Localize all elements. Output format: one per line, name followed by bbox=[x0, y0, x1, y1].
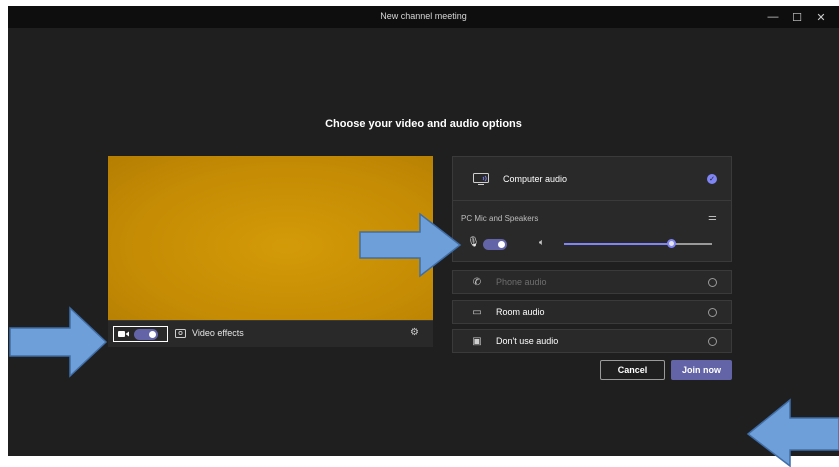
phone-audio-radio[interactable] bbox=[708, 278, 717, 287]
no-audio-option[interactable]: ▣ Don't use audio bbox=[452, 329, 732, 353]
no-audio-radio[interactable] bbox=[708, 337, 717, 346]
cancel-button[interactable]: Cancel bbox=[600, 360, 665, 380]
computer-audio-option[interactable]: Computer audio ✓ bbox=[453, 157, 731, 201]
audio-device-label: PC Mic and Speakers bbox=[461, 214, 539, 223]
video-effects-button[interactable]: Video effects bbox=[175, 328, 244, 338]
page-heading: Choose your video and audio options bbox=[325, 118, 522, 130]
video-effects-label: Video effects bbox=[192, 328, 244, 338]
selected-check-icon: ✓ bbox=[707, 174, 717, 184]
video-effects-icon bbox=[175, 328, 186, 338]
annotation-arrow-camera bbox=[9, 306, 108, 378]
room-audio-label: Room audio bbox=[496, 307, 545, 317]
microphone-icon: 🎙︎ bbox=[467, 237, 480, 248]
join-now-button[interactable]: Join now bbox=[671, 360, 732, 380]
camera-toggle-group[interactable] bbox=[113, 326, 168, 342]
volume-thumb[interactable] bbox=[666, 239, 676, 248]
volume-slider[interactable] bbox=[564, 239, 712, 248]
room-audio-option[interactable]: ▭ Room audio bbox=[452, 300, 732, 324]
room-icon: ▭ bbox=[472, 306, 482, 318]
equalizer-icon[interactable]: ⚌ bbox=[708, 212, 717, 223]
title-bar: New channel meeting — ☐ ✕ bbox=[8, 6, 839, 28]
phone-audio-option[interactable]: ✆ Phone audio bbox=[452, 270, 732, 294]
phone-audio-label: Phone audio bbox=[496, 277, 547, 287]
close-button[interactable]: ✕ bbox=[813, 9, 829, 25]
room-audio-radio[interactable] bbox=[708, 308, 717, 317]
annotation-arrow-corner bbox=[746, 398, 839, 467]
computer-audio-card[interactable]: Computer audio ✓ PC Mic and Speakers ⚌ 🎙… bbox=[452, 156, 732, 262]
annotation-arrow-mic bbox=[359, 212, 462, 278]
computer-audio-label: Computer audio bbox=[503, 173, 568, 184]
gear-icon[interactable]: ⚙ bbox=[410, 327, 419, 338]
camera-icon bbox=[118, 331, 129, 337]
computer-audio-icon bbox=[473, 172, 489, 185]
camera-toggle[interactable] bbox=[134, 328, 158, 340]
mic-toggle[interactable] bbox=[483, 239, 507, 250]
no-audio-icon: ▣ bbox=[472, 335, 482, 347]
minimize-button[interactable]: — bbox=[765, 9, 781, 25]
no-audio-label: Don't use audio bbox=[496, 336, 559, 346]
window-title: New channel meeting bbox=[380, 11, 467, 21]
maximize-button[interactable]: ☐ bbox=[789, 9, 805, 25]
speaker-icon: 🔈︎ bbox=[539, 237, 545, 247]
video-controls-bar: Video effects ⚙ bbox=[108, 320, 433, 347]
mic-volume-row: 🎙︎ 🔈︎ bbox=[467, 237, 722, 251]
phone-icon: ✆ bbox=[472, 276, 482, 288]
volume-fill bbox=[564, 243, 671, 245]
